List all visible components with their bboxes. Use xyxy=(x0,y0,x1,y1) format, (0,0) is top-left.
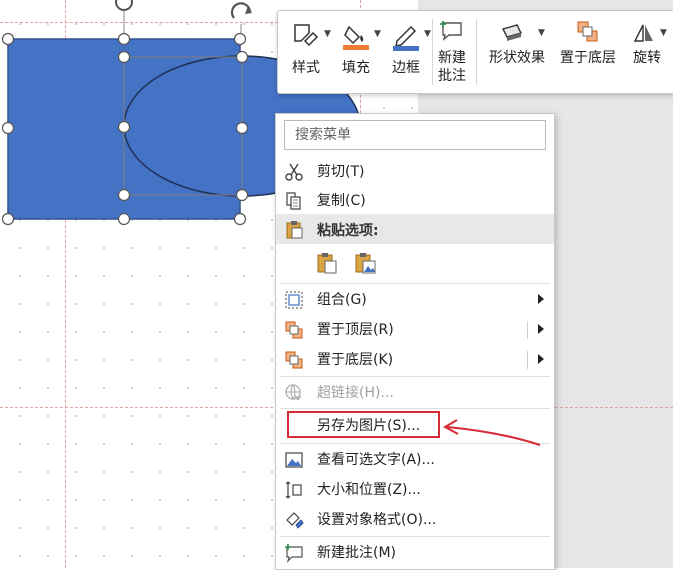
paste-picture-icon xyxy=(355,253,376,274)
menu-separator xyxy=(280,536,550,537)
fill-bucket-icon xyxy=(343,25,369,50)
scissors-icon xyxy=(285,163,303,181)
new-comment-label: 新建批注(M) xyxy=(317,545,397,561)
submenu-arrow-icon xyxy=(538,294,544,304)
comment-icon xyxy=(440,21,462,41)
menu-item-format-object[interactable]: 设置对象格式(O)... xyxy=(276,505,554,535)
menu-item-view-alt-text[interactable]: 查看可选文字(A)... xyxy=(276,445,554,475)
border-label: 边框 xyxy=(392,60,420,76)
shape-effects-label: 形状效果 xyxy=(489,50,545,66)
new-comment-label-1: 新建 xyxy=(438,50,466,66)
menu-item-copy[interactable]: 复制(C) xyxy=(276,186,554,216)
shape-effects-icon xyxy=(501,24,523,41)
chevron-down-icon: ▼ xyxy=(324,29,331,39)
size-icon xyxy=(285,481,302,499)
hyperlink-label: 超链接(H)... xyxy=(317,385,394,401)
search-menu-input[interactable] xyxy=(293,122,537,148)
paste-options-label: 粘贴选项: xyxy=(317,223,379,239)
bring-to-front-label: 置于顶层(R) xyxy=(317,322,394,338)
shape-effects-button[interactable]: ▼ 形状效果 xyxy=(482,11,552,93)
paste-keep-format-icon xyxy=(317,253,337,274)
size-position-label: 大小和位置(Z)... xyxy=(317,482,421,498)
paste-option-picture[interactable] xyxy=(352,250,378,276)
menu-separator xyxy=(280,376,550,377)
menu-item-new-comment[interactable]: 新建批注(M) xyxy=(276,538,554,568)
paste-option-keep-source[interactable] xyxy=(314,250,340,276)
search-menu-box[interactable] xyxy=(284,120,546,150)
rotate-label: 旋转 xyxy=(633,50,661,66)
submenu-arrow-icon[interactable] xyxy=(538,354,544,364)
rotate-icon xyxy=(633,24,653,42)
chevron-down-icon: ▼ xyxy=(374,29,381,39)
group-icon xyxy=(285,291,303,309)
menu-item-bring-to-front[interactable]: 置于顶层(R) xyxy=(276,315,554,345)
copy-label: 复制(C) xyxy=(317,193,366,209)
rotate-button[interactable]: ▼ 旋转 xyxy=(626,11,668,93)
bring-to-front-icon xyxy=(285,321,303,339)
group-label: 组合(G) xyxy=(317,292,367,308)
fill-button[interactable]: ▼ 填充 xyxy=(334,11,381,93)
format-icon xyxy=(286,512,304,529)
send-to-back-label: 置于底层(K) xyxy=(317,352,394,368)
chevron-down-icon: ▼ xyxy=(424,29,431,39)
menu-item-hyperlink: 超链接(H)... xyxy=(276,378,554,408)
new-comment-label-2: 批注 xyxy=(438,68,466,84)
copy-icon xyxy=(286,192,301,210)
style-button[interactable]: ▼ 样式 xyxy=(284,11,331,93)
view-alt-text-label: 查看可选文字(A)... xyxy=(317,452,435,468)
comment-icon xyxy=(285,544,303,563)
pen-icon xyxy=(393,25,419,51)
split-separator xyxy=(527,321,528,339)
clipboard-icon xyxy=(286,221,303,239)
send-to-back-icon xyxy=(285,351,303,369)
format-object-label: 设置对象格式(O)... xyxy=(317,512,437,528)
style-label: 样式 xyxy=(292,60,320,76)
menu-item-cut[interactable]: 剪切(T) xyxy=(276,157,554,187)
toolbar-separator xyxy=(432,19,433,85)
send-to-back-label: 置于底层 xyxy=(560,50,616,66)
menu-separator xyxy=(280,408,550,409)
link-icon xyxy=(285,384,302,401)
menu-item-group[interactable]: 组合(G) xyxy=(276,285,554,315)
image-text-icon xyxy=(285,452,303,468)
fill-label: 填充 xyxy=(342,60,370,76)
menu-separator xyxy=(280,283,550,284)
submenu-arrow-icon[interactable] xyxy=(538,324,544,334)
menu-separator xyxy=(280,443,550,444)
annotation-highlight-box xyxy=(287,411,440,438)
menu-item-send-to-back[interactable]: 置于底层(K) xyxy=(276,345,554,375)
new-comment-button[interactable]: 新建 批注 xyxy=(434,11,470,93)
paste-options-header: 粘贴选项: xyxy=(276,214,554,244)
menu-item-size-position[interactable]: 大小和位置(Z)... xyxy=(276,475,554,505)
mini-toolbar: ▼ 样式 ▼ 填充 ▼ 边框 新建 批注 ▼ 形状效果 置于底层 ▼ 旋转 xyxy=(277,10,673,94)
chevron-down-icon: ▼ xyxy=(660,28,667,38)
style-icon xyxy=(294,24,319,47)
toolbar-separator xyxy=(476,19,477,85)
send-to-back-button[interactable]: 置于底层 xyxy=(554,11,622,93)
send-to-back-icon xyxy=(577,21,598,42)
cut-label: 剪切(T) xyxy=(317,164,365,180)
context-menu: 剪切(T) 复制(C) 粘贴选项: xyxy=(275,113,555,570)
border-button[interactable]: ▼ 边框 xyxy=(384,11,431,93)
chevron-down-icon: ▼ xyxy=(538,28,545,38)
split-separator xyxy=(527,351,528,369)
